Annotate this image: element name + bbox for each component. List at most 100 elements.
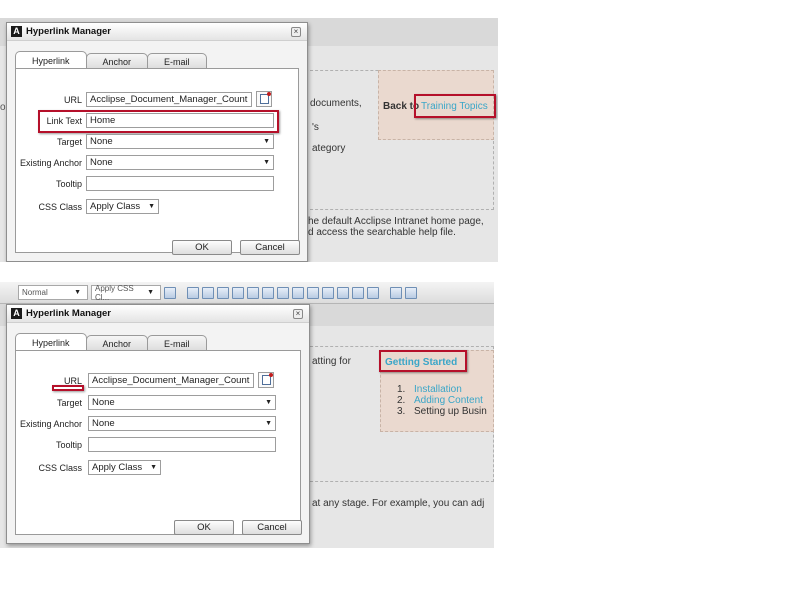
getting-started-link[interactable]: Getting Started [385, 357, 457, 368]
hyperlink-tab-panel: URL Acclipse_Document_Manager_Count Link… [15, 68, 300, 255]
symbol-icon[interactable] [390, 286, 402, 299]
target-label: Target [56, 137, 82, 147]
url-field[interactable]: Acclipse_Document_Manager_Count [88, 373, 254, 388]
url-browse-icon [261, 373, 273, 385]
merge-cells-icon[interactable] [292, 286, 304, 299]
tab-email[interactable]: E-mail [147, 53, 207, 69]
url-label: URL [63, 376, 82, 386]
logo-icon: A [11, 308, 22, 319]
existing-anchor-select-value: None [92, 418, 115, 429]
hyperlink-tab-panel: URL Acclipse_Document_Manager_Count Targ… [15, 350, 302, 535]
paragraph-icon[interactable] [405, 286, 417, 299]
body-text-line: at any stage. For example, you can adj [312, 498, 485, 509]
cancel-button[interactable]: Cancel [240, 240, 300, 255]
dropdown-caret-icon: ▼ [263, 138, 270, 145]
existing-anchor-select-value: None [90, 157, 113, 168]
dialog-title-bar[interactable]: A Hyperlink Manager [7, 23, 307, 41]
dialog-title: Hyperlink Manager [26, 308, 111, 319]
css-class-label: CSS Class [38, 202, 82, 212]
ok-button[interactable]: OK [174, 520, 234, 535]
existing-anchor-label: Existing Anchor [19, 419, 82, 429]
dialog-title: Hyperlink Manager [26, 26, 111, 37]
close-icon[interactable]: × [293, 309, 303, 319]
list-item-text: Setting up Busin [414, 406, 487, 417]
dropdown-caret-icon: ▼ [148, 203, 155, 210]
url-browse-button[interactable] [258, 372, 274, 388]
insert-row-above-icon[interactable] [202, 286, 214, 299]
target-select[interactable]: None ▼ [88, 395, 276, 410]
tooltip-label: Tooltip [55, 179, 82, 189]
css-class-select-value: Apply Class [92, 462, 143, 473]
dialog-tabs: Hyperlink Anchor E-mail [15, 333, 207, 351]
css-class-select-value: Apply Class [90, 201, 141, 212]
format-select-value: Normal [22, 288, 48, 297]
css-class-toolbar-value: Apply CSS Cl... [95, 283, 134, 302]
cell-properties-icon[interactable] [337, 286, 349, 299]
cancel-button[interactable]: Cancel [242, 520, 302, 535]
dialog-title-bar[interactable]: A Hyperlink Manager [7, 305, 309, 323]
adding-content-link[interactable]: Adding Content [414, 395, 483, 406]
edit-icon[interactable] [367, 286, 379, 299]
list-number: 1. [397, 384, 406, 395]
body-text-line: ategory [312, 143, 346, 154]
url-field[interactable]: Acclipse_Document_Manager_Count [86, 92, 252, 107]
hyperlink-manager-dialog: A Hyperlink Manager × Hyperlink Anchor E… [6, 304, 310, 544]
dropdown-caret-icon: ▼ [147, 289, 154, 296]
css-class-select[interactable]: Apply Class ▼ [88, 460, 161, 475]
css-class-select[interactable]: Apply Class ▼ [86, 199, 159, 214]
table-properties-icon[interactable] [352, 286, 364, 299]
link-text-field[interactable]: Home [86, 113, 274, 128]
insert-column-right-icon[interactable] [247, 286, 259, 299]
dropdown-caret-icon: ▼ [263, 159, 270, 166]
body-text-line: atting for [312, 356, 351, 367]
tab-hyperlink[interactable]: Hyperlink [15, 333, 87, 351]
target-select[interactable]: None ▼ [86, 134, 274, 149]
insert-row-below-icon[interactable] [217, 286, 229, 299]
dropdown-caret-icon: ▼ [265, 420, 272, 427]
table-icon[interactable] [187, 286, 199, 299]
tooltip-field[interactable] [88, 437, 276, 452]
target-select-value: None [92, 397, 115, 408]
target-select-value: None [90, 136, 113, 147]
insert-column-left-icon[interactable] [232, 286, 244, 299]
format-painter-icon[interactable] [164, 286, 176, 299]
url-browse-icon [259, 92, 271, 104]
body-text-line: d access the searchable help file. [308, 227, 456, 238]
format-select[interactable]: Normal ▼ [18, 285, 88, 300]
installation-link[interactable]: Installation [414, 384, 462, 395]
ok-button[interactable]: OK [172, 240, 232, 255]
css-class-label: CSS Class [38, 463, 82, 473]
url-label: URL [63, 95, 82, 105]
dropdown-caret-icon: ▼ [150, 464, 157, 471]
split-cell-icon[interactable] [307, 286, 319, 299]
hyperlink-manager-dialog: A Hyperlink Manager × Hyperlink Anchor E… [6, 22, 308, 262]
target-label: Target [56, 398, 82, 408]
existing-anchor-select[interactable]: None ▼ [86, 155, 274, 170]
close-icon[interactable]: × [291, 27, 301, 37]
dialog-tabs: Hyperlink Anchor E-mail [15, 51, 207, 69]
tab-anchor[interactable]: Anchor [85, 53, 149, 69]
css-class-toolbar-select[interactable]: Apply CSS Cl... ▼ [91, 283, 161, 302]
editor-toolbar: Normal ▼ Apply CSS Cl... ▼ [0, 282, 494, 304]
existing-anchor-select[interactable]: None ▼ [88, 416, 276, 431]
tooltip-label: Tooltip [55, 440, 82, 450]
list-number: 3. [397, 406, 406, 417]
body-text-line: documents, [310, 98, 362, 109]
screenshot-panel-1: documents, 's ategory Back to Training T… [0, 18, 498, 262]
link-text-label: Link Text [46, 116, 82, 126]
body-text-line: 's [312, 122, 319, 133]
delete-table-icon[interactable] [322, 286, 334, 299]
logo-icon: A [11, 26, 22, 37]
url-browse-button[interactable] [256, 91, 272, 107]
tab-anchor[interactable]: Anchor [85, 335, 149, 351]
delete-row-icon[interactable] [262, 286, 274, 299]
existing-anchor-label: Existing Anchor [19, 158, 82, 168]
tab-email[interactable]: E-mail [147, 335, 207, 351]
dropdown-caret-icon: ▼ [74, 289, 81, 296]
tab-hyperlink[interactable]: Hyperlink [15, 51, 87, 69]
dropdown-caret-icon: ▼ [265, 399, 272, 406]
tooltip-field[interactable] [86, 176, 274, 191]
body-text-line: he default Acclipse Intranet home page, [308, 216, 484, 227]
delete-column-icon[interactable] [277, 286, 289, 299]
training-topics-link[interactable]: Training Topics [421, 101, 488, 112]
